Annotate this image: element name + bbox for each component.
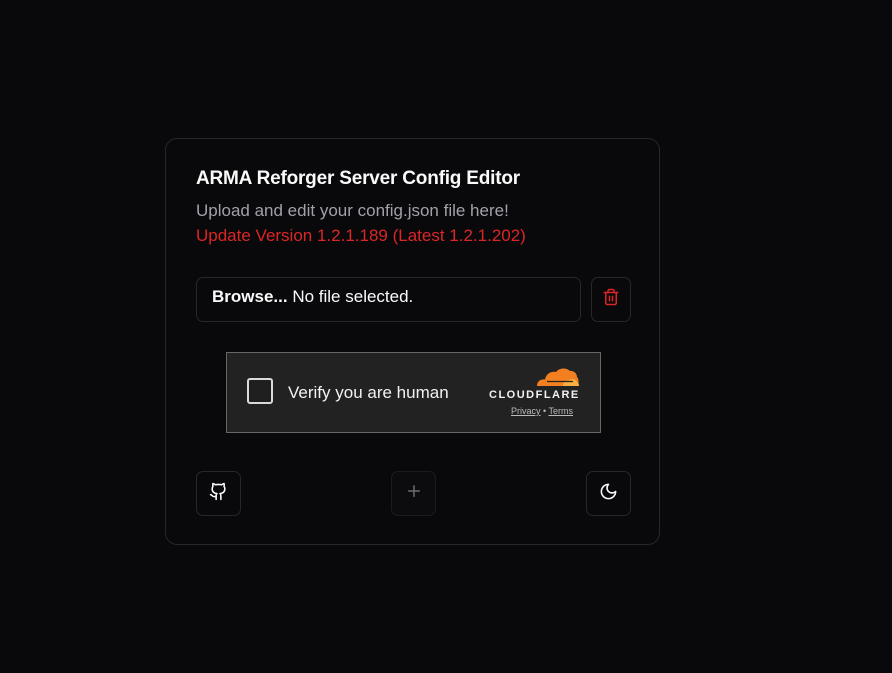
cloudflare-wordmark: CLOUDFLARE: [489, 389, 580, 401]
file-input[interactable]: Browse... No file selected.: [196, 277, 581, 322]
turnstile-links: Privacy • Terms: [511, 406, 573, 416]
page-subtitle: Upload and edit your config.json file he…: [196, 201, 509, 220]
terms-link[interactable]: Terms: [549, 406, 574, 416]
config-editor-card: ARMA Reforger Server Config Editor Uploa…: [165, 138, 660, 545]
turnstile-widget: Verify you are human CLOUDFLARE Privacy …: [226, 352, 601, 433]
plus-icon: [405, 482, 423, 505]
delete-file-button[interactable]: [591, 277, 631, 322]
browse-button-label: Browse...: [212, 287, 288, 306]
moon-icon: [599, 482, 618, 506]
github-icon: [209, 482, 228, 506]
version-notice: Update Version 1.2.1.189 (Latest 1.2.1.2…: [196, 226, 526, 245]
page-title: ARMA Reforger Server Config Editor: [196, 168, 520, 189]
theme-toggle-button[interactable]: [586, 471, 631, 516]
link-separator: •: [543, 406, 547, 416]
github-button[interactable]: [196, 471, 241, 516]
file-status-text: No file selected.: [292, 287, 414, 306]
verify-label: Verify you are human: [288, 383, 449, 402]
privacy-link[interactable]: Privacy: [511, 406, 541, 416]
verify-checkbox[interactable]: [247, 378, 273, 404]
trash-icon: [602, 287, 620, 312]
add-button[interactable]: [391, 471, 436, 516]
